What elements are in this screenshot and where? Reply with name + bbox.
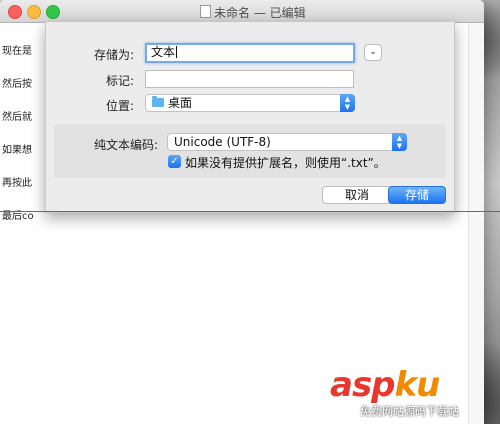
tags-label: 标记: — [105, 74, 134, 88]
doc-line: 如果想 — [2, 145, 32, 156]
watermark-asp: asp — [330, 365, 396, 405]
expand-dialog-button[interactable]: ⌄ — [364, 44, 382, 61]
close-button[interactable] — [8, 5, 22, 19]
save-as-label: 存储为: — [93, 48, 134, 62]
scrollbar-track[interactable] — [468, 23, 484, 424]
popup-arrows-icon: ▲ ▼ — [392, 133, 407, 151]
folder-icon — [152, 96, 164, 107]
doc-line: 然后按 — [2, 79, 32, 90]
location-popup[interactable]: 桌面 ▲ ▼ — [145, 94, 355, 112]
save-as-value: 文本 — [151, 45, 176, 59]
encoding-value: Unicode (UTF-8) — [174, 135, 271, 149]
cancel-button[interactable]: 取消 — [322, 186, 392, 204]
document-icon — [200, 5, 211, 18]
title-bar: 未命名 — 已编辑 — [0, 0, 484, 23]
encoding-popup[interactable]: Unicode (UTF-8) ▲ ▼ — [167, 133, 407, 151]
watermark-ku: ku — [394, 365, 441, 405]
location-value: 桌面 — [168, 96, 193, 110]
checkmark-icon: ✓ — [170, 156, 179, 167]
format-options-panel: 纯文本编码: Unicode (UTF-8) ▲ ▼ ✓ 如果没有提供扩展名，则使… — [54, 124, 446, 178]
text-caret — [176, 46, 178, 58]
save-as-input[interactable]: 文本 — [145, 43, 355, 63]
minimize-button[interactable] — [27, 5, 41, 19]
location-label: 位置: — [105, 99, 134, 113]
annotation-line — [0, 211, 500, 212]
chevron-down-icon: ⌄ — [369, 47, 377, 57]
doc-line: 然后就 — [2, 112, 32, 123]
save-button[interactable]: 存储 — [388, 186, 446, 204]
txt-extension-checkbox[interactable]: ✓ — [168, 155, 181, 168]
textedit-window: 未命名 — 已编辑 现在是 然后按 然后就 如果想 再按此 最后co 存储为: … — [0, 0, 484, 424]
doc-line: 最后co — [2, 211, 34, 222]
watermark-tagline: 免费网站源码下载站 — [360, 405, 459, 418]
doc-line: 现在是 — [2, 46, 32, 57]
site-watermark-logo: aspku — [330, 365, 441, 405]
window-title: 未命名 — 已编辑 — [214, 6, 306, 20]
zoom-button[interactable] — [46, 5, 60, 19]
encoding-label: 纯文本编码: — [93, 138, 158, 152]
txt-extension-label: 如果没有提供扩展名，则使用“.txt”。 — [185, 156, 386, 170]
save-dialog: 存储为: 文本 ⌄ 标记: 位置: 桌面 ▲ ▼ 纯文本编码: Unicode (… — [45, 22, 455, 213]
popup-arrows-icon: ▲ ▼ — [340, 94, 355, 112]
doc-line: 再按此 — [2, 178, 32, 189]
tags-input[interactable] — [145, 70, 354, 88]
